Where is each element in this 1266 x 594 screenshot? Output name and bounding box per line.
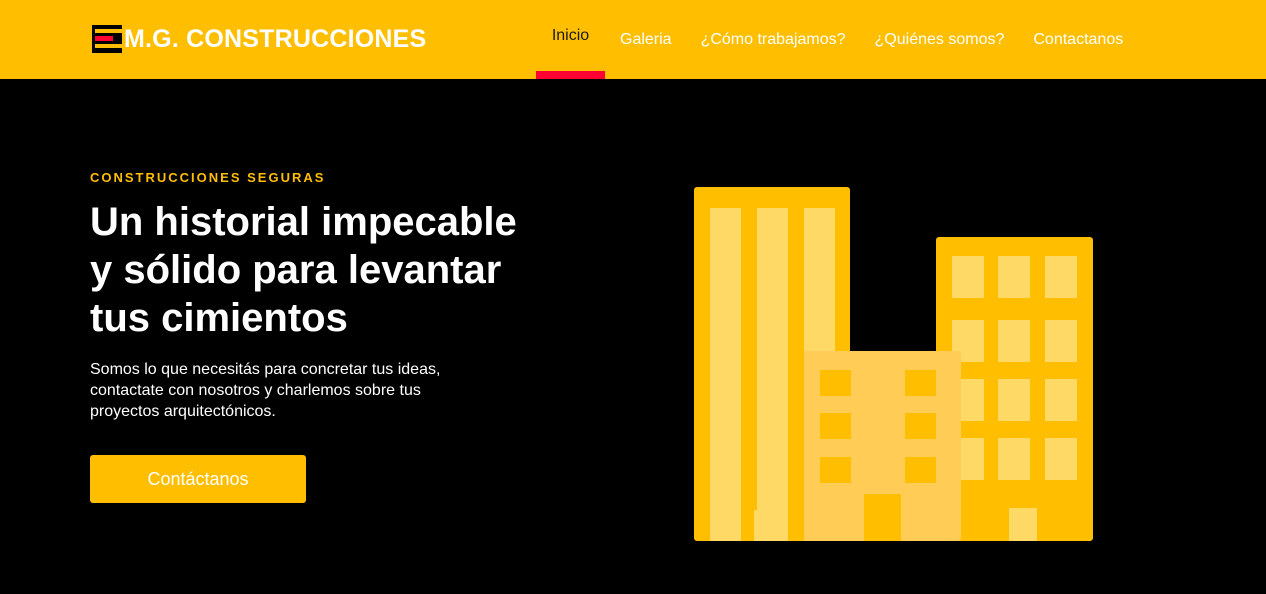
site-header: M.G. CONSTRUCCIONES Inicio Galeria ¿Cómo… [0,0,1266,79]
main-nav: Inicio Galeria ¿Cómo trabajamos? ¿Quiéne… [536,0,1123,79]
hero-title-line: Un historial impecable [90,200,517,244]
nav-item-label: Galeria [620,30,672,48]
hero-title: Un historial impecable y sólido para lev… [90,198,610,342]
nav-item-label: Inicio [551,27,590,44]
logo-stripes-icon [92,25,122,53]
contact-cta-button[interactable]: Contáctanos [90,455,306,503]
hero-description-line: proyectos arquitectónicos. [90,403,276,420]
nav-item-quienes-somos[interactable]: ¿Quiénes somos? [875,0,1005,79]
hero-description-line: contactate con nosotros y charlemos sobr… [90,382,421,399]
nav-item-galeria[interactable]: Galeria [620,0,672,79]
brand-name: M.G. CONSTRUCCIONES [124,25,427,53]
brand-logo[interactable]: M.G. CONSTRUCCIONES [92,24,426,54]
nav-item-como-trabajamos[interactable]: ¿Cómo trabajamos? [701,0,846,79]
hero-description: Somos lo que necesitás para concretar tu… [90,359,510,422]
nav-item-label: ¿Quiénes somos? [874,30,1005,48]
nav-item-label: ¿Cómo trabajamos? [700,30,846,48]
hero-description-line: Somos lo que necesitás para concretar tu… [90,361,441,378]
hero-section: CONSTRUCCIONES SEGURAS Un historial impe… [0,79,1266,594]
nav-item-inicio[interactable]: Inicio [536,0,605,79]
nav-item-label: Contactanos [1033,30,1124,48]
hero-title-line: y sólido para levantar [90,248,502,292]
hero-title-line: tus cimientos [90,296,348,340]
buildings-illustration [694,187,1093,541]
nav-item-contactanos[interactable]: Contactanos [1033,0,1123,79]
hero-eyebrow: CONSTRUCCIONES SEGURAS [90,170,326,185]
